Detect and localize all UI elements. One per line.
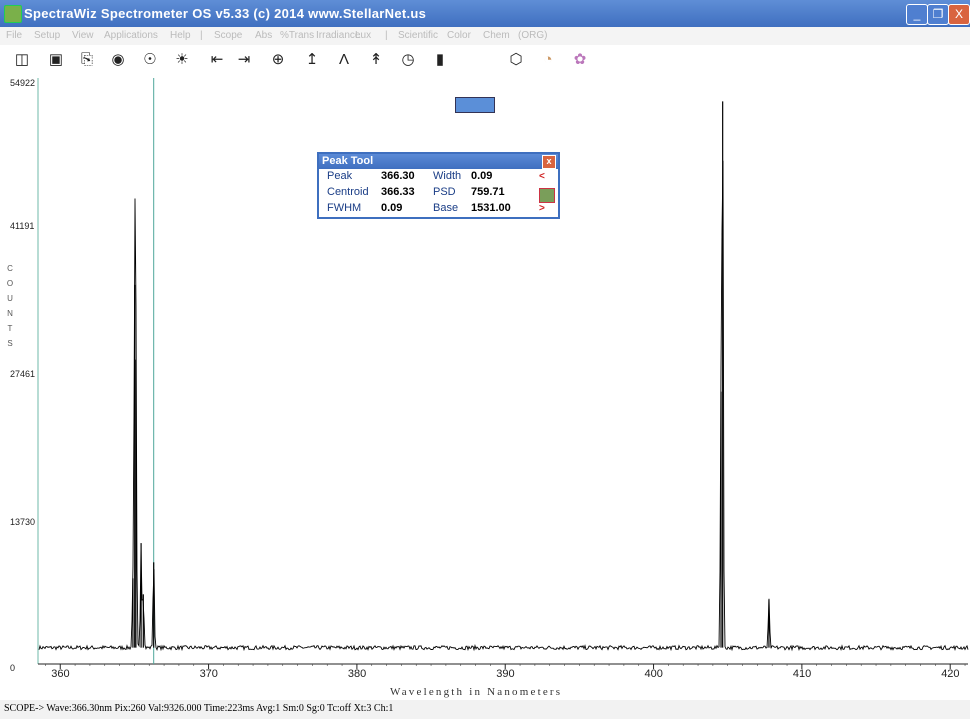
x-tick-label: 420 bbox=[941, 668, 960, 680]
minimize-button[interactable]: _ bbox=[906, 4, 928, 25]
psd-label: PSD bbox=[433, 186, 456, 198]
print-icon[interactable]: ⎘ bbox=[77, 50, 97, 70]
x-axis-title: Wavelength in Nanometers bbox=[390, 686, 563, 698]
peak-row: Peak 366.30 Width 0.09 < bbox=[319, 169, 558, 184]
x-tick-label: 400 bbox=[644, 668, 663, 680]
menu-color[interactable]: Color bbox=[447, 30, 471, 41]
scroll-right-icon[interactable]: ⇥ bbox=[234, 50, 254, 70]
palette-icon[interactable]: ✿ bbox=[570, 50, 590, 70]
menu-org[interactable]: (ORG) bbox=[518, 30, 547, 41]
app-icon bbox=[4, 5, 22, 23]
fwhm-row: FWHM 0.09 Base 1531.00 > bbox=[319, 201, 558, 216]
timer-icon[interactable]: ◷ bbox=[398, 50, 418, 70]
spectrum-trace bbox=[38, 160, 969, 652]
menu-irradiance[interactable]: Irradiance bbox=[316, 30, 360, 41]
peak-value: 366.30 bbox=[381, 170, 415, 182]
prev-peak-button[interactable]: < bbox=[539, 171, 545, 182]
save-icon[interactable]: ▣ bbox=[46, 50, 66, 70]
x-tick-label: 360 bbox=[51, 668, 70, 680]
peak-tool-title: Peak Tool bbox=[322, 155, 374, 167]
open-icon[interactable]: ◫ bbox=[12, 50, 32, 70]
menu-scope[interactable]: Scope bbox=[214, 30, 242, 41]
bar-icon[interactable]: ▮ bbox=[430, 50, 450, 70]
menu-bar: File Setup View Applications Help | Scop… bbox=[0, 27, 970, 45]
menu-file[interactable]: File bbox=[6, 30, 22, 41]
next-peak-button[interactable]: > bbox=[539, 203, 545, 214]
menu-abs[interactable]: Abs bbox=[255, 30, 272, 41]
menu-scientific[interactable]: Scientific bbox=[398, 30, 438, 41]
menu-trans[interactable]: %Trans bbox=[280, 30, 314, 41]
bulb-light-icon[interactable]: ☀ bbox=[172, 50, 192, 70]
peak-tool-close-button[interactable]: x bbox=[542, 155, 556, 169]
menu-separator: | bbox=[200, 30, 203, 41]
menu-view[interactable]: View bbox=[72, 30, 94, 41]
bulb-dark-icon[interactable]: ☉ bbox=[140, 50, 160, 70]
close-button[interactable]: X bbox=[948, 4, 970, 25]
baseline-icon[interactable]: ↟ bbox=[366, 50, 386, 70]
zoom-icon[interactable]: ⊕ bbox=[268, 50, 288, 70]
camera-icon[interactable]: ◉ bbox=[108, 50, 128, 70]
width-label: Width bbox=[433, 170, 462, 182]
title-bar: SpectraWiz Spectrometer OS v5.33 (c) 201… bbox=[0, 0, 970, 27]
detector-icon[interactable]: ⬡ bbox=[506, 50, 526, 70]
status-text: SCOPE-> Wave:366.30nm Pix:260 Val:9326.0… bbox=[4, 703, 394, 714]
x-tick-label: 390 bbox=[496, 668, 515, 680]
base-value: 1531.00 bbox=[471, 202, 511, 214]
autoscale-icon[interactable]: ↥ bbox=[302, 50, 322, 70]
menu-setup[interactable]: Setup bbox=[34, 30, 60, 41]
menu-chem[interactable]: Chem bbox=[483, 30, 510, 41]
psd-value: 759.71 bbox=[471, 186, 505, 198]
scroll-left-icon[interactable]: ⇤ bbox=[207, 50, 227, 70]
restore-button[interactable]: ❐ bbox=[927, 4, 949, 25]
peak-tool-header[interactable]: Peak Tool x bbox=[319, 154, 558, 169]
centroid-label: Centroid bbox=[327, 186, 369, 198]
window-title: SpectraWiz Spectrometer OS v5.33 (c) 201… bbox=[24, 6, 427, 21]
menu-lux[interactable]: Lux bbox=[355, 30, 371, 41]
toolbar: ◫ ▣ ⎘ ◉ ☉ ☀ ⇤ ⇥ ⊕ ↥ Λ ↟ ◷ ▮ ⬡ ◔ ✿ bbox=[0, 45, 970, 113]
x-tick-label: 370 bbox=[199, 668, 218, 680]
base-label: Base bbox=[433, 202, 459, 214]
menu-separator-2: | bbox=[385, 30, 388, 41]
width-value: 0.09 bbox=[471, 170, 493, 182]
color-wheel-icon[interactable]: ◔ bbox=[538, 50, 558, 70]
fwhm-label: FWHM bbox=[327, 202, 362, 214]
x-tick-label: 380 bbox=[347, 668, 367, 680]
peak-label: Peak bbox=[327, 170, 353, 182]
status-bar: SCOPE-> Wave:366.30nm Pix:260 Val:9326.0… bbox=[0, 700, 970, 719]
menu-applications[interactable]: Applications bbox=[104, 30, 158, 41]
peaks-icon[interactable]: Λ bbox=[334, 50, 354, 70]
centroid-value: 366.33 bbox=[381, 186, 415, 198]
menu-help[interactable]: Help bbox=[170, 30, 191, 41]
fwhm-value: 0.09 bbox=[381, 202, 403, 214]
centroid-row: Centroid 366.33 PSD 759.71 bbox=[319, 185, 558, 200]
x-tick-label: 410 bbox=[792, 668, 812, 680]
peak-tool-panel[interactable]: Peak Tool x Peak 366.30 Width 0.09 < Cen… bbox=[317, 152, 560, 219]
